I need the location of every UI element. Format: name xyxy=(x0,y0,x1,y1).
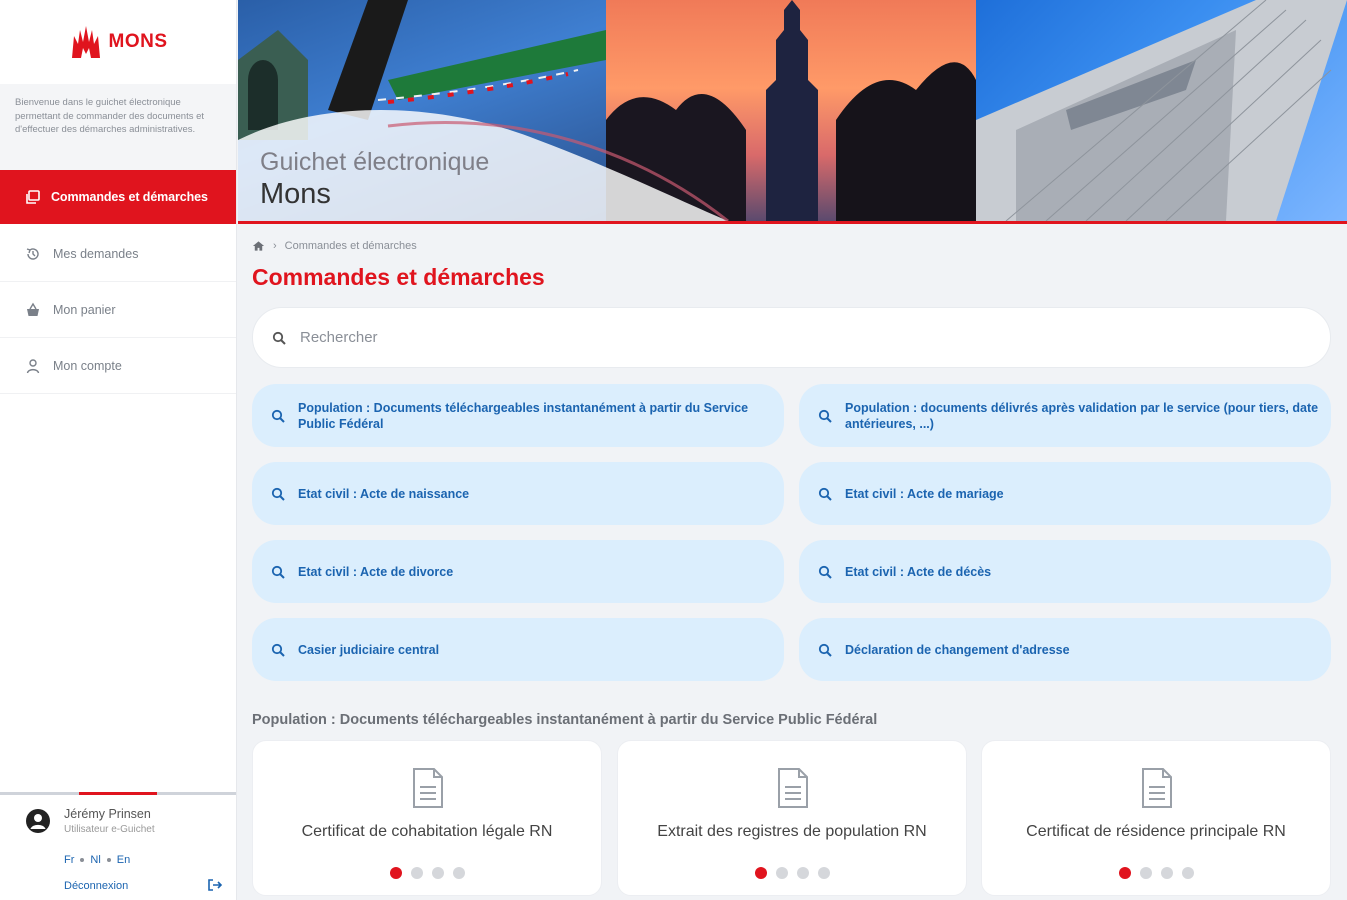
sidebar-item-mes-demandes[interactable]: Mes demandes xyxy=(0,226,236,282)
logout-icon[interactable] xyxy=(207,878,223,892)
category-acte-divorce[interactable]: Etat civil : Acte de divorce xyxy=(252,540,784,603)
category-population-validation[interactable]: Population : documents délivrés après va… xyxy=(799,384,1331,447)
section-title: Population : Documents téléchargeables i… xyxy=(252,712,878,728)
category-label: Déclaration de changement d'adresse xyxy=(845,642,1070,657)
category-population-spf[interactable]: Population : Documents téléchargeables i… xyxy=(252,384,784,447)
breadcrumb: › Commandes et démarches xyxy=(252,240,417,252)
sidebar: MONS Bienvenue dans le guichet électroni… xyxy=(0,0,237,900)
breadcrumb-separator: › xyxy=(273,240,277,252)
category-label: Casier judiciaire central xyxy=(298,642,440,657)
search-input[interactable] xyxy=(300,329,1200,346)
search-bar xyxy=(252,307,1331,368)
category-label: Etat civil : Acte de mariage xyxy=(845,486,1004,501)
card-title: Extrait des registres de population RN xyxy=(657,823,927,840)
user-panel: Jérémy Prinsen Utilisateur e-Guichet Fr … xyxy=(0,792,237,900)
category-label: Etat civil : Acte de naissance xyxy=(298,486,470,501)
carousel-dot[interactable] xyxy=(431,867,444,879)
sidebar-item-label: Commandes et démarches xyxy=(51,190,208,204)
search-icon xyxy=(271,409,285,423)
carousel-dot[interactable] xyxy=(1118,867,1131,879)
breadcrumb-current: Commandes et démarches xyxy=(284,240,417,252)
search-icon xyxy=(271,643,285,657)
carousel-dot[interactable] xyxy=(1181,867,1194,879)
search-icon xyxy=(271,487,285,501)
search-icon xyxy=(818,487,832,501)
carousel-dot[interactable] xyxy=(452,867,465,879)
document-icon xyxy=(1142,768,1172,808)
category-label: Population : Documents téléchargeables i… xyxy=(298,400,749,431)
sidebar-item-label: Mes demandes xyxy=(53,246,139,261)
documents-icon xyxy=(26,190,40,204)
carousel-dot[interactable] xyxy=(1139,867,1152,879)
page-title: Commandes et démarches xyxy=(252,264,545,290)
carousel-dot[interactable] xyxy=(817,867,830,879)
category-casier-judiciaire[interactable]: Casier judiciaire central xyxy=(252,618,784,681)
category-changement-adresse[interactable]: Déclaration de changement d'adresse xyxy=(799,618,1331,681)
banner-subtitle: Mons xyxy=(260,178,331,210)
document-card[interactable]: Extrait des registres de population RN xyxy=(617,740,967,896)
sidebar-item-label: Mon compte xyxy=(53,358,122,373)
banner-wave-overlay xyxy=(238,110,729,221)
lang-fr[interactable]: Fr xyxy=(64,854,74,866)
mons-logo-icon xyxy=(71,26,100,58)
sidebar-item-mon-compte[interactable]: Mon compte xyxy=(0,338,236,394)
category-acte-naissance[interactable]: Etat civil : Acte de naissance xyxy=(252,462,784,525)
document-card[interactable]: Certificat de cohabitation légale RN xyxy=(252,740,602,896)
carousel-dots xyxy=(253,867,601,879)
carousel-dot[interactable] xyxy=(775,867,788,879)
document-card[interactable]: Certificat de résidence principale RN xyxy=(981,740,1331,896)
carousel-dot[interactable] xyxy=(389,867,402,879)
sidebar-item-commandes[interactable]: Commandes et démarches xyxy=(0,170,236,224)
avatar-icon xyxy=(26,809,50,833)
search-icon xyxy=(818,643,832,657)
document-icon xyxy=(778,768,808,808)
sidebar-item-label: Mon panier xyxy=(53,302,116,317)
carousel-dots xyxy=(618,867,966,879)
user-role: Utilisateur e-Guichet xyxy=(64,824,155,835)
logo-text: MONS xyxy=(108,31,168,52)
intro-text: Bienvenue dans le guichet électronique p… xyxy=(0,84,236,170)
home-icon[interactable] xyxy=(252,240,265,252)
carousel-dot[interactable] xyxy=(1160,867,1173,879)
separator-dot xyxy=(80,858,85,862)
logo[interactable]: MONS xyxy=(0,0,236,84)
carousel-dot[interactable] xyxy=(410,867,423,879)
sidebar-item-mon-panier[interactable]: Mon panier xyxy=(0,282,236,338)
logout-link[interactable]: Déconnexion xyxy=(64,880,128,892)
banner-title: Guichet électronique xyxy=(260,148,490,176)
document-icon xyxy=(413,768,443,808)
history-icon xyxy=(26,247,39,260)
separator-dot xyxy=(106,858,111,862)
category-label: Etat civil : Acte de décès xyxy=(845,564,992,579)
search-icon xyxy=(818,565,832,579)
category-label: Etat civil : Acte de divorce xyxy=(298,564,454,579)
search-icon xyxy=(818,409,832,423)
header-banner: Guichet électronique Mons xyxy=(238,0,1347,224)
color-bar xyxy=(0,792,237,795)
search-icon xyxy=(271,565,285,579)
user-icon xyxy=(26,358,40,373)
user-name: Jérémy Prinsen xyxy=(64,807,151,821)
search-icon xyxy=(272,331,286,345)
basket-icon xyxy=(27,302,39,316)
category-acte-mariage[interactable]: Etat civil : Acte de mariage xyxy=(799,462,1331,525)
carousel-dot[interactable] xyxy=(754,867,767,879)
lang-nl[interactable]: Nl xyxy=(90,854,100,866)
lang-en[interactable]: En xyxy=(117,854,130,866)
category-acte-deces[interactable]: Etat civil : Acte de décès xyxy=(799,540,1331,603)
language-switcher: Fr Nl En xyxy=(64,854,130,866)
carousel-dot[interactable] xyxy=(796,867,809,879)
carousel-dots xyxy=(982,867,1330,879)
card-title: Certificat de résidence principale RN xyxy=(1026,823,1286,840)
card-title: Certificat de cohabitation légale RN xyxy=(301,823,553,840)
category-label: Population : documents délivrés après va… xyxy=(845,400,1319,431)
